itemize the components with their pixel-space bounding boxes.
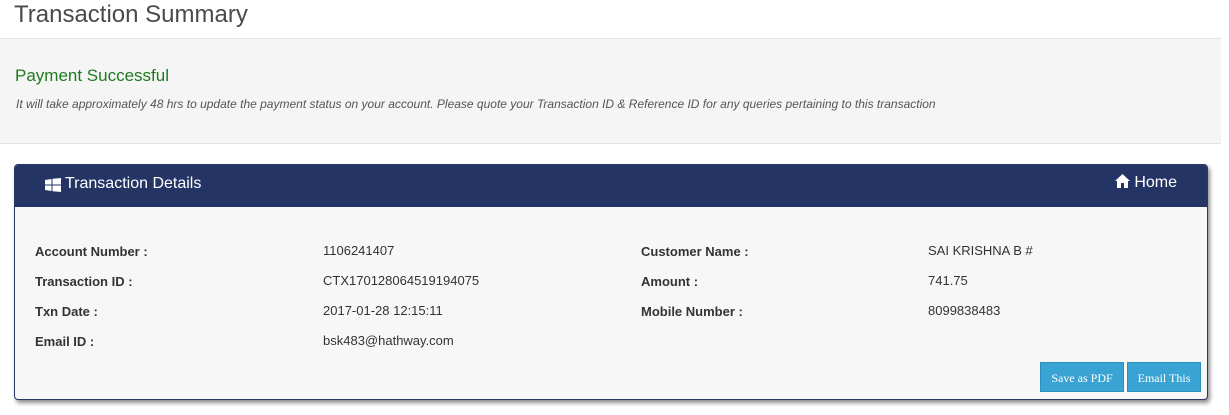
- windows-icon: [45, 178, 61, 192]
- txn-date-label: Txn Date :: [35, 304, 98, 319]
- email-id-value: bsk483@hathway.com: [323, 333, 454, 348]
- transaction-id-value: CTX170128064519194075: [323, 273, 480, 288]
- home-label: Home: [1134, 174, 1177, 191]
- transaction-details-panel: Transaction Details Home Account Number …: [14, 164, 1208, 400]
- payment-status-notice: Payment Successful It will take approxim…: [0, 38, 1221, 144]
- home-link[interactable]: Home: [1115, 174, 1177, 192]
- panel-header: Transaction Details Home: [15, 165, 1207, 207]
- amount-label: Amount :: [641, 274, 699, 289]
- txn-date-value: 2017-01-28 12:15:11: [323, 303, 443, 318]
- email-this-button[interactable]: Email This: [1127, 362, 1201, 392]
- mobile-number-value: 8099838483: [928, 303, 1001, 318]
- customer-name-label: Customer Name :: [641, 244, 749, 259]
- payment-status-title: Payment Successful: [15, 66, 170, 85]
- save-as-pdf-button[interactable]: Save as PDF: [1040, 362, 1124, 392]
- customer-name-value: SAI KRISHNA B #: [928, 243, 1033, 258]
- mobile-number-label: Mobile Number :: [641, 304, 743, 319]
- account-number-label: Account Number :: [35, 244, 148, 259]
- panel-title: Transaction Details: [65, 175, 202, 192]
- email-id-label: Email ID :: [35, 334, 95, 349]
- payment-status-message: It will take approximately 48 hrs to upd…: [16, 97, 936, 111]
- transaction-id-label: Transaction ID :: [35, 274, 133, 289]
- amount-value: 741.75: [928, 273, 968, 288]
- page-title: Transaction Summary: [14, 1, 248, 28]
- account-number-value: 1106241407: [323, 243, 395, 258]
- home-icon: [1115, 174, 1131, 188]
